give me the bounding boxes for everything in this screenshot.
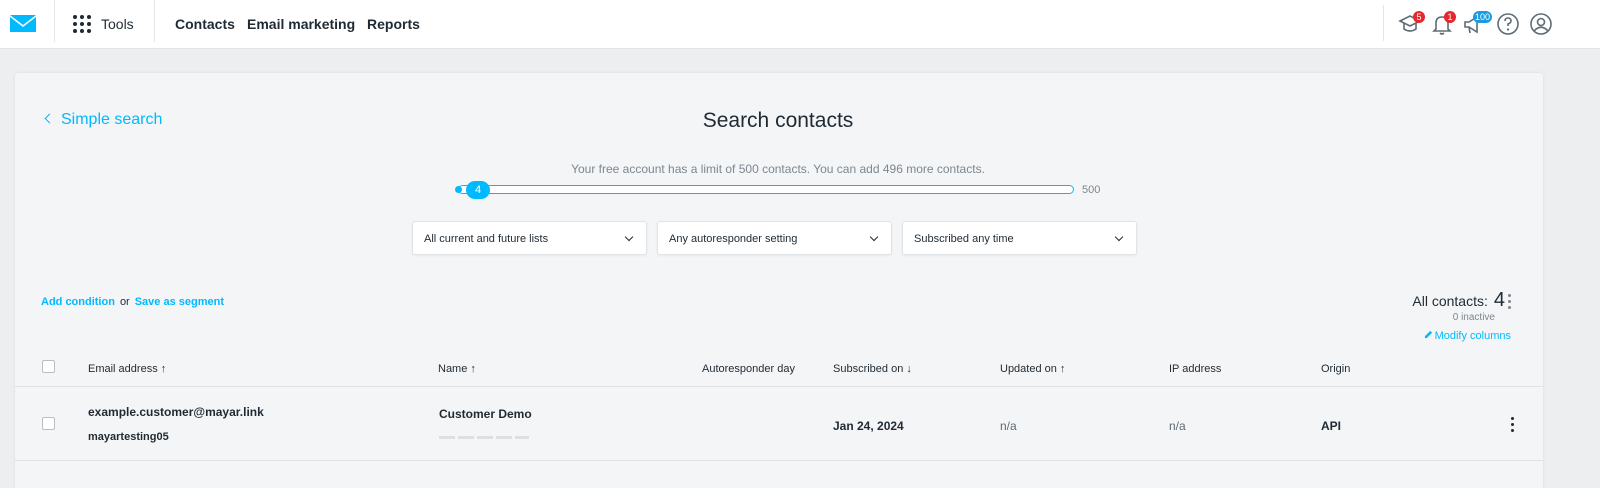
column-origin[interactable]: Origin [1321, 363, 1350, 375]
tools-menu-label[interactable]: Tools [101, 16, 134, 32]
contact-usage-thumb: 4 [466, 181, 490, 199]
autoresponder-filter-value: Any autoresponder setting [669, 233, 798, 245]
page-title: Search contacts [702, 109, 854, 132]
all-contacts-count: 4 [1493, 289, 1505, 311]
contact-list: mayartesting05 [88, 431, 169, 443]
user-avatar-icon[interactable] [1529, 12, 1553, 36]
lists-filter-value: All current and future lists [424, 233, 549, 245]
column-ip-address[interactable]: IP address [1169, 363, 1221, 375]
or-text: or [119, 296, 130, 308]
table-row[interactable]: example.customer@mayar.link mayartesting… [15, 388, 1543, 461]
chevron-down-icon [624, 232, 634, 242]
contact-subscribed-on: Jan 24, 2024 [833, 419, 904, 433]
contact-usage-track [458, 185, 1074, 194]
nav-reports[interactable]: Reports [367, 16, 420, 32]
row-checkbox[interactable] [42, 417, 55, 430]
contact-ip-address: n/a [1169, 419, 1186, 433]
contact-updated-on: n/a [1000, 419, 1017, 433]
select-all-checkbox[interactable] [42, 360, 55, 373]
contact-limit-text: Your free account has a limit of 500 con… [571, 162, 985, 176]
contact-origin: API [1321, 419, 1342, 433]
apps-grid-icon[interactable] [73, 15, 91, 33]
column-subscribed-on[interactable]: Subscribed on ↓ [833, 363, 912, 375]
column-name[interactable]: Name ↑ [438, 363, 476, 375]
condition-actions: Add condition or Save as segment [41, 296, 224, 308]
chevron-down-icon [1114, 232, 1124, 242]
row-more-options-icon[interactable] [1511, 417, 1515, 433]
lists-filter-select[interactable]: All current and future lists [412, 221, 647, 255]
help-icon[interactable] [1496, 12, 1520, 36]
modify-columns-label: Modify columns [1434, 330, 1511, 342]
all-contacts-summary: All contacts: 4 [1412, 289, 1505, 312]
name-placeholder-bar [439, 436, 529, 439]
notifications-badge: 1 [1444, 11, 1456, 23]
divider [1383, 5, 1384, 41]
nav-contacts[interactable]: Contacts [175, 16, 235, 32]
autoresponder-filter-select[interactable]: Any autoresponder setting [657, 221, 892, 255]
chevron-down-icon [869, 232, 879, 242]
announcements-badge: 100 [1473, 11, 1493, 23]
top-navigation-bar: Tools Contacts Email marketing Reports 5… [0, 0, 1600, 49]
contact-email[interactable]: example.customer@mayar.link [88, 405, 264, 419]
more-options-icon[interactable] [1508, 294, 1512, 310]
nav-email-marketing[interactable]: Email marketing [247, 16, 355, 32]
column-email[interactable]: Email address ↑ [88, 363, 166, 375]
column-updated-on[interactable]: Updated on ↑ [1000, 363, 1065, 375]
modify-columns-link[interactable]: Modify columns [1424, 330, 1511, 342]
contact-usage-max: 500 [1082, 184, 1101, 196]
save-as-segment-link[interactable]: Save as segment [135, 296, 224, 308]
contact-name: Customer Demo [439, 407, 532, 421]
getresponse-logo-icon[interactable] [9, 14, 37, 34]
all-contacts-label: All contacts: [1412, 293, 1488, 309]
contact-usage-start-dot [455, 186, 462, 193]
column-autoresponder-day[interactable]: Autoresponder day [702, 363, 795, 375]
pencil-icon [1424, 330, 1432, 339]
divider [154, 0, 155, 42]
add-condition-link[interactable]: Add condition [41, 296, 115, 308]
academy-badge: 5 [1413, 11, 1425, 23]
divider [54, 0, 55, 42]
subscribed-filter-select[interactable]: Subscribed any time [902, 221, 1137, 255]
table-header: Email address ↑ Name ↑ Autoresponder day… [15, 354, 1543, 387]
subscribed-filter-value: Subscribed any time [914, 233, 1014, 245]
inactive-count: 0 inactive [1452, 312, 1495, 323]
